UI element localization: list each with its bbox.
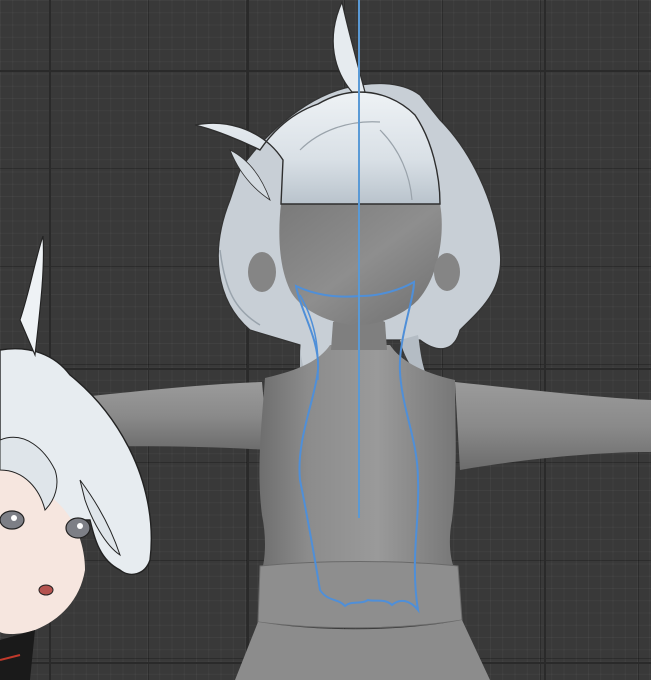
- reference-mouth: [38, 584, 54, 596]
- right-arm-mesh[interactable]: [455, 382, 651, 470]
- reference-image[interactable]: [0, 235, 152, 680]
- waistband-mesh[interactable]: [257, 561, 463, 629]
- torso-mesh[interactable]: [259, 345, 456, 570]
- skirt-mesh[interactable]: [235, 620, 490, 680]
- scene-canvas: [0, 0, 651, 680]
- 3d-viewport[interactable]: [0, 0, 651, 680]
